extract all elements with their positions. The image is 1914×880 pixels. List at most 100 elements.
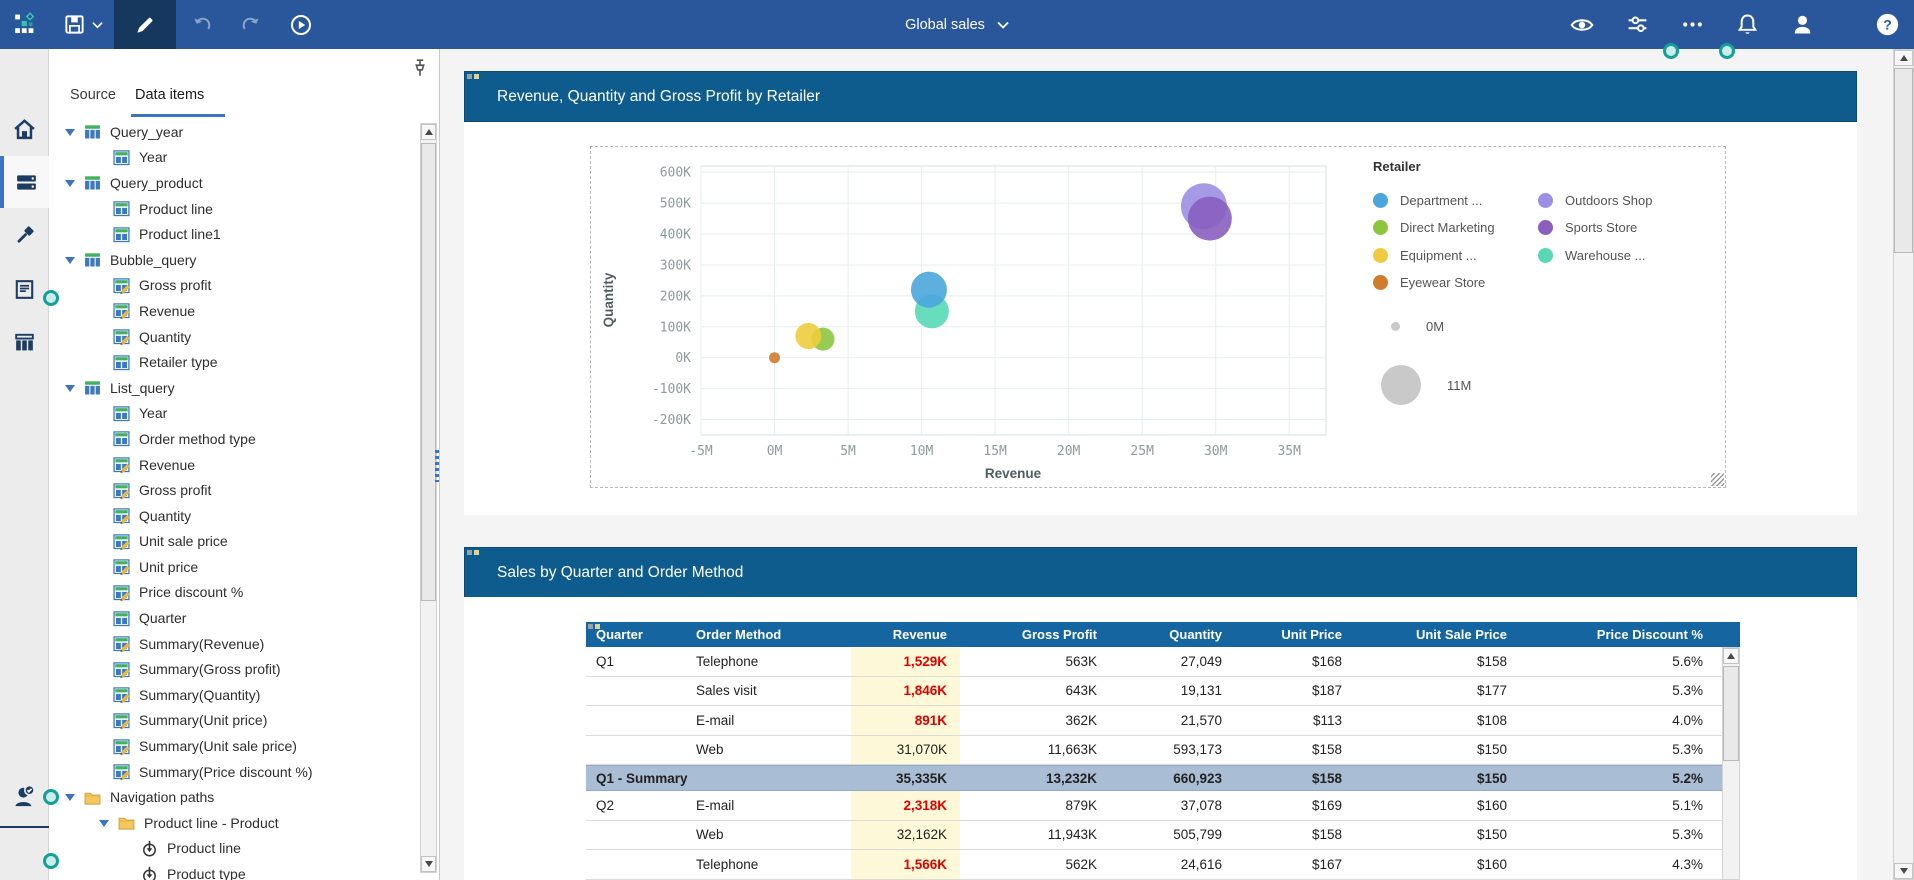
rail-build-button[interactable] — [0, 209, 49, 261]
table-header-row[interactable]: Quarter Order Method Revenue Gross Profit Qu… — [586, 622, 1740, 647]
tree-item[interactable]: Quarter — [49, 605, 419, 631]
coachmark-shared-users[interactable] — [43, 789, 59, 805]
chart-bubble[interactable] — [769, 352, 781, 364]
scroll-up-button[interactable] — [1723, 648, 1739, 664]
canvas-scrollbar[interactable] — [1893, 49, 1914, 880]
help-button[interactable] — [1874, 12, 1900, 38]
column-header[interactable]: Quantity — [1110, 622, 1235, 647]
table-row[interactable]: Q1 Telephone 1,529K 563K 27,049 $168 $158 5.6% — [586, 647, 1740, 677]
column-header[interactable]: Unit Price — [1235, 622, 1355, 647]
coachmark-filters[interactable] — [1663, 43, 1679, 59]
tree-item[interactable]: Product line — [49, 836, 419, 862]
tree-item[interactable]: Quantity — [49, 503, 419, 529]
table-row[interactable]: Q2 E-mail 2,318K 879K 37,078 $169 $160 5.1% — [586, 791, 1740, 821]
redo-button[interactable] — [226, 0, 276, 49]
tree-item[interactable]: Summary(Gross profit) — [49, 656, 419, 682]
tree-item[interactable]: Product type — [49, 861, 419, 880]
tree-item[interactable]: Summary(Unit sale price) — [49, 733, 419, 759]
panel-splitter-handle[interactable] — [435, 450, 439, 482]
undo-button[interactable] — [176, 0, 226, 49]
rail-visualizations-button[interactable] — [0, 316, 49, 368]
tree-item[interactable]: Bubble_query — [49, 247, 419, 273]
tree-item[interactable]: Summary(Unit price) — [49, 708, 419, 734]
expander-arrow-icon[interactable] — [65, 179, 75, 192]
tree-item[interactable]: Order method type — [49, 426, 419, 452]
expander-arrow-icon[interactable] — [65, 384, 75, 397]
selection-handles[interactable] — [467, 74, 481, 80]
tree-item[interactable]: Gross profit — [49, 273, 419, 299]
table-row[interactable]: Web 32,162K 11,943K 505,799 $158 $150 5.3% — [586, 820, 1740, 850]
tree-item[interactable]: Year — [49, 401, 419, 427]
panel-scrollbar[interactable] — [420, 123, 437, 873]
table-row[interactable]: Web 31,070K 11,663K 593,173 $158 $150 5.3% — [586, 735, 1740, 765]
legend-item[interactable]: Direct Marketing — [1373, 214, 1495, 241]
tree-item[interactable]: Summary(Quantity) — [49, 682, 419, 708]
expander-arrow-icon[interactable] — [99, 819, 109, 832]
column-header[interactable]: Unit Sale Price — [1355, 622, 1520, 647]
table-scrollbar[interactable] — [1722, 647, 1740, 880]
column-header[interactable]: Gross Profit — [960, 622, 1110, 647]
chart-widget-titlebar[interactable]: Revenue, Quantity and Gross Profit by Re… — [464, 71, 1857, 122]
app-logo-icon[interactable] — [0, 0, 52, 49]
legend-item[interactable]: Equipment ... — [1373, 242, 1495, 269]
scrollbar-thumb[interactable] — [1894, 68, 1913, 253]
legend-item[interactable]: Warehouse ... — [1538, 242, 1652, 269]
scroll-down-button[interactable] — [1894, 863, 1913, 879]
expander-arrow-icon[interactable] — [65, 794, 75, 806]
tree-item[interactable]: Year — [49, 145, 419, 171]
scroll-up-button[interactable] — [1894, 50, 1913, 66]
column-header[interactable]: Revenue — [851, 622, 960, 647]
chart-bubble[interactable] — [910, 271, 947, 308]
tree-item[interactable]: Unit sale price — [49, 529, 419, 555]
account-button[interactable] — [1789, 12, 1815, 38]
table-row[interactable]: Sales visit 1,846K 643K 19,131 $187 $177 5.3% — [586, 676, 1740, 706]
legend-item[interactable]: Sports Store — [1538, 214, 1652, 241]
column-header[interactable]: Price Discount % — [1520, 622, 1722, 647]
more-options-button[interactable] — [1679, 12, 1705, 38]
tree-item[interactable]: Query_product — [49, 170, 419, 196]
tree-item[interactable]: Unit price — [49, 554, 419, 580]
legend-item[interactable]: Outdoors Shop — [1538, 187, 1652, 214]
coachmark-more-options[interactable] — [1719, 43, 1735, 59]
expander-arrow-icon[interactable] — [65, 256, 75, 269]
column-header[interactable]: Order Method — [686, 622, 851, 647]
tree-item[interactable]: Navigation paths — [49, 784, 419, 810]
tree-item[interactable]: Revenue — [49, 452, 419, 478]
scrollbar-thumb[interactable] — [421, 143, 436, 601]
tree-item[interactable]: Product line1 — [49, 221, 419, 247]
table-row[interactable]: Telephone 1,566K 562K 24,616 $167 $160 4.3% — [586, 850, 1740, 880]
table-widget-titlebar[interactable]: Sales by Quarter and Order Method — [464, 547, 1857, 598]
tree-item[interactable]: Summary(Revenue) — [49, 631, 419, 657]
tab-source[interactable]: Source — [70, 87, 116, 103]
save-button[interactable] — [52, 0, 114, 49]
resize-handle[interactable] — [1711, 473, 1724, 486]
chart-bubble[interactable] — [795, 323, 822, 350]
run-button[interactable] — [276, 0, 326, 49]
rail-home-button[interactable] — [0, 103, 49, 155]
legend-item[interactable]: Eyewear Store — [1373, 269, 1495, 296]
scrollbar-thumb[interactable] — [1723, 666, 1739, 761]
filters-button[interactable] — [1624, 12, 1650, 38]
tree-item[interactable]: Product line — [49, 196, 419, 222]
rail-pages-button[interactable] — [0, 263, 49, 315]
notifications-button[interactable] — [1734, 12, 1760, 38]
selection-handles[interactable] — [588, 624, 602, 630]
bubble-chart[interactable]: 600K 500K 400K 300K 200K 100K 0K -100K -200K -5M 0… — [590, 146, 1726, 488]
tree-item[interactable]: Product line - Product — [49, 810, 419, 836]
coachmark-visualizations[interactable] — [43, 290, 59, 306]
tree-item[interactable]: Summary(Price discount %) — [49, 759, 419, 785]
scroll-down-button[interactable] — [421, 856, 436, 872]
tree-item[interactable]: Quantity — [49, 324, 419, 350]
selection-handles[interactable] — [467, 550, 481, 556]
tree-item[interactable]: List_query — [49, 375, 419, 401]
tab-data-items[interactable]: Data items — [135, 87, 204, 103]
report-title-dropdown[interactable]: Global sales — [905, 0, 1009, 49]
sales-list-table[interactable]: Quarter Order Method Revenue Gross Profit Qu… — [586, 622, 1740, 880]
preview-eye-button[interactable] — [1569, 12, 1595, 38]
rail-data-button[interactable] — [0, 156, 49, 208]
pin-panel-button[interactable] — [409, 57, 433, 81]
tree-item[interactable]: Query_year — [49, 119, 419, 145]
tree-item[interactable]: Revenue — [49, 298, 419, 324]
expander-arrow-icon[interactable] — [65, 128, 75, 141]
rail-shared-users-button[interactable] — [0, 770, 49, 822]
